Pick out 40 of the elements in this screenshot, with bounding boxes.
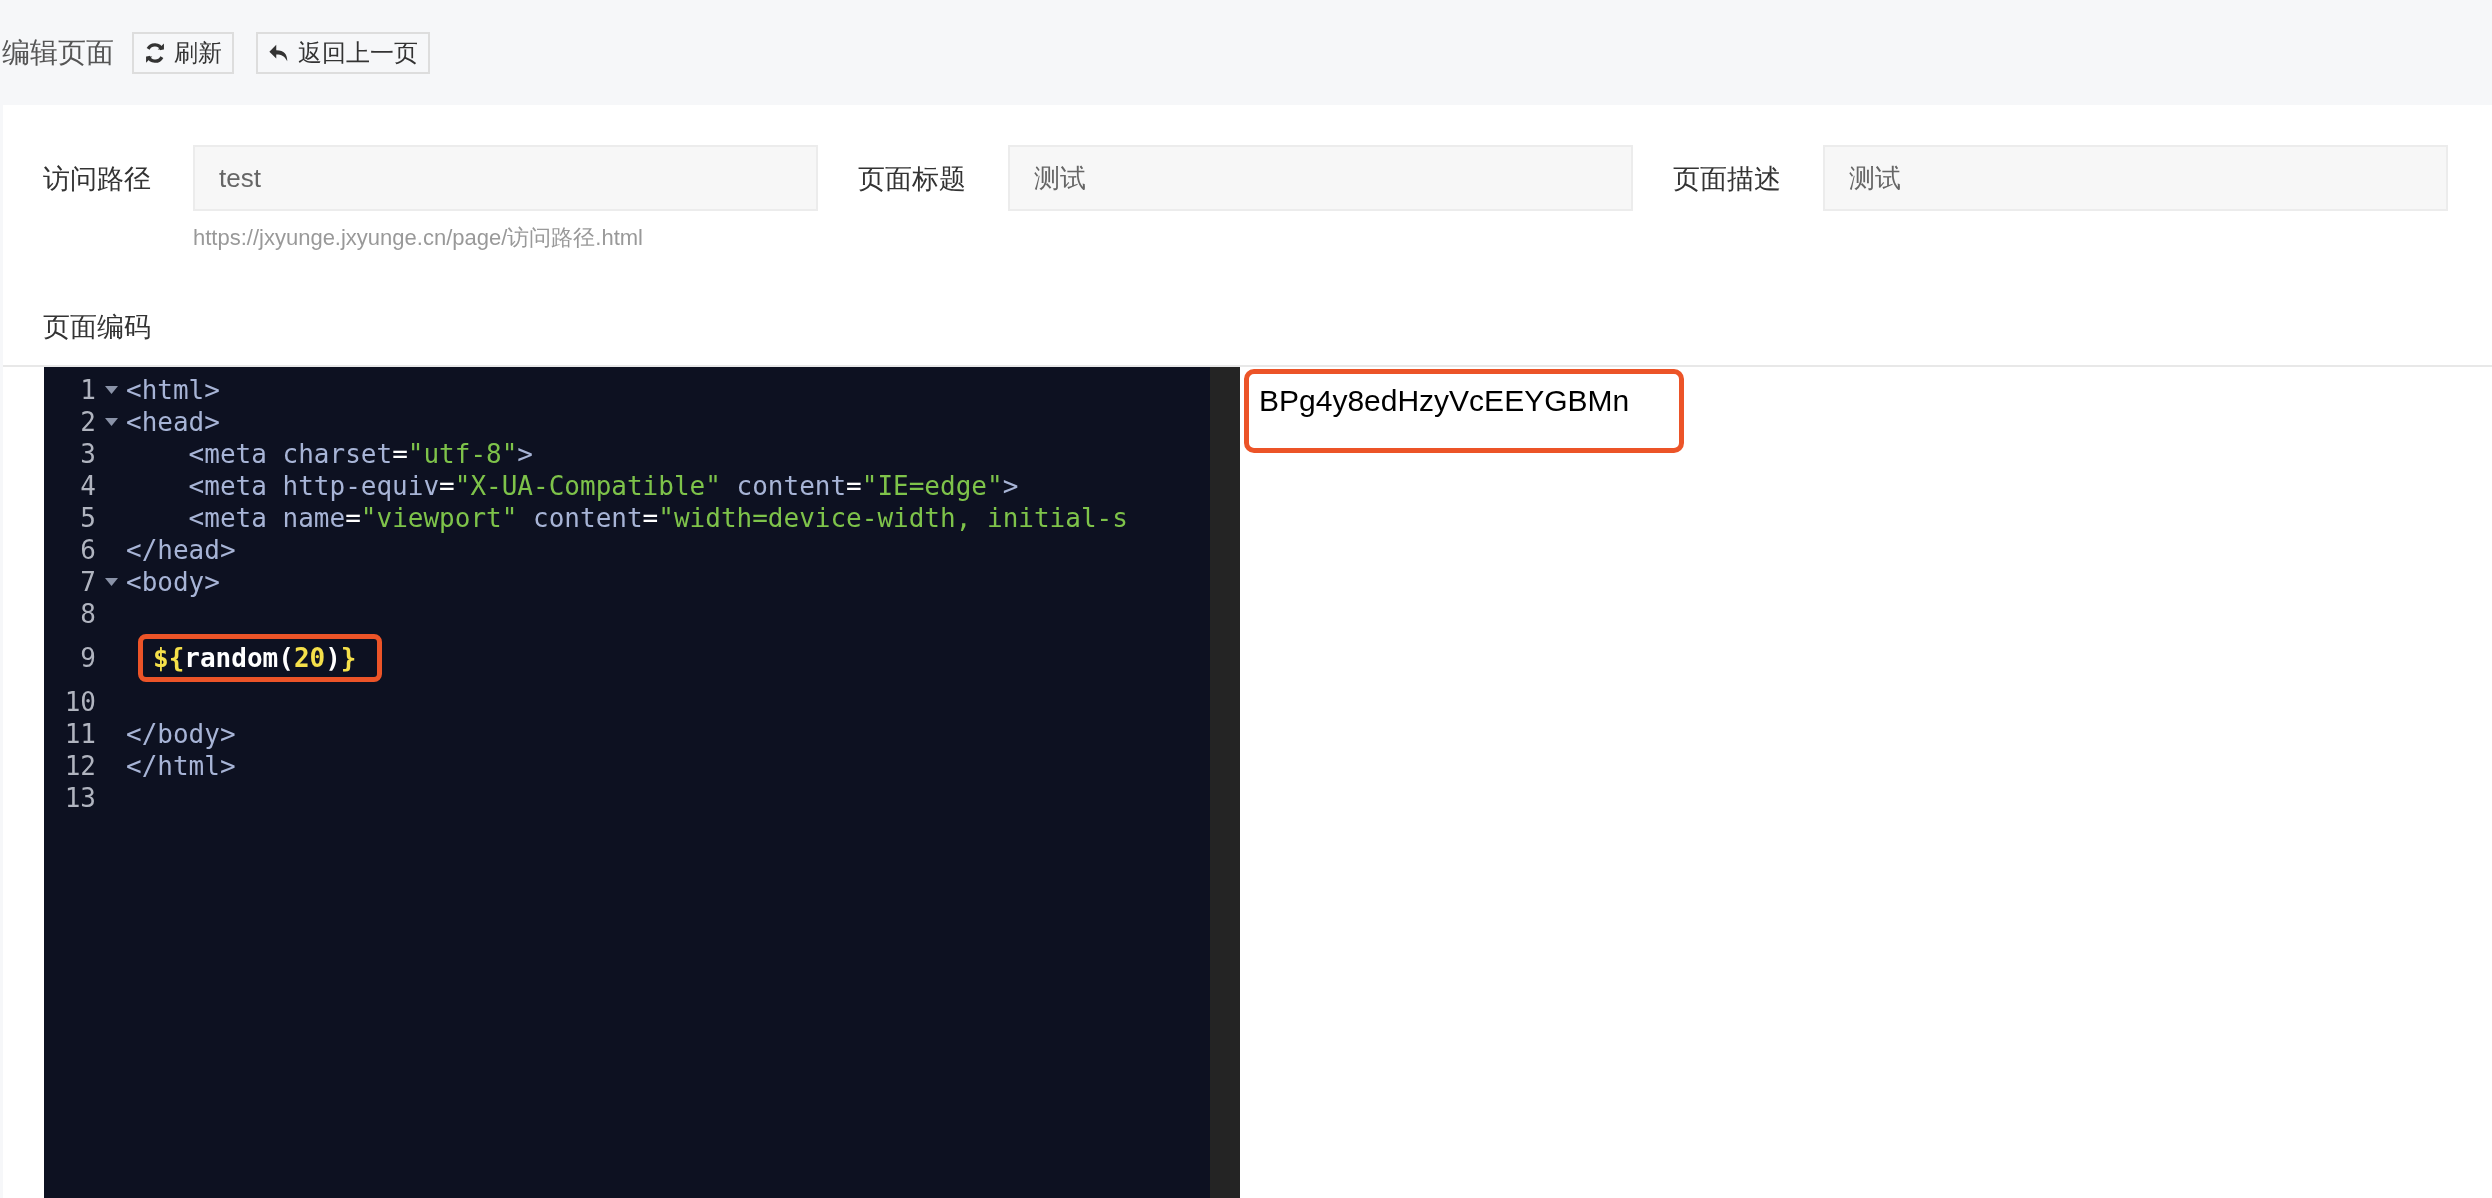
line-number: 11 (63, 719, 96, 749)
code-line: <head> (126, 407, 220, 437)
line-number: 6 (79, 535, 96, 565)
field-label: 页面描述 (1673, 163, 1781, 196)
fold-caret-icon[interactable] (104, 418, 118, 426)
line-number: 2 (79, 407, 96, 437)
code-line: </body> (126, 719, 236, 749)
line-number: 3 (79, 439, 96, 469)
code-line: <meta charset="utf-8"> (187, 439, 533, 469)
field-label: 访问路径 (43, 163, 151, 196)
line-number: 12 (63, 751, 96, 781)
input-field[interactable]: 测试 (1823, 145, 2448, 211)
back-button[interactable]: 返回上一页 (256, 31, 430, 74)
code-line: </html> (126, 751, 236, 781)
code-line: <html> (126, 375, 220, 405)
refresh-icon (144, 41, 166, 64)
code-line: <body> (126, 567, 220, 597)
line-number: 4 (79, 471, 96, 501)
preview-output: BPg4y8edHzyVcEEYGBMn (1244, 369, 1685, 453)
line-number: 13 (63, 783, 96, 813)
line-number: 9 (79, 643, 96, 673)
url-hint: https://jxyunge.jxyunge.cn/page/访问路径.html (193, 224, 644, 252)
input-field[interactable]: test (193, 145, 818, 211)
line-number: 5 (79, 503, 96, 533)
line-number: 1 (79, 375, 96, 405)
code-editor[interactable] (44, 367, 1240, 1198)
highlighted-code: ${random(20)} (138, 634, 382, 682)
page-title: 编辑页面 (2, 35, 114, 70)
input-field[interactable]: 测试 (1008, 145, 1633, 211)
section-label: 页面编码 (42, 311, 152, 344)
line-number: 8 (79, 599, 96, 629)
fold-caret-icon[interactable] (104, 386, 118, 394)
code-line: <meta name="viewport" content="width=device-width, initial-s (187, 503, 1128, 533)
code-line: </head> (126, 535, 236, 565)
refresh-button[interactable]: 刷新 (132, 31, 234, 74)
line-number: 10 (63, 687, 96, 717)
fold-caret-icon[interactable] (104, 578, 118, 586)
line-number: 7 (79, 567, 96, 597)
field-label: 页面标题 (858, 163, 966, 196)
code-line: <meta http-equiv="X-UA-Compatible" content="IE=edge"> (187, 471, 1019, 501)
